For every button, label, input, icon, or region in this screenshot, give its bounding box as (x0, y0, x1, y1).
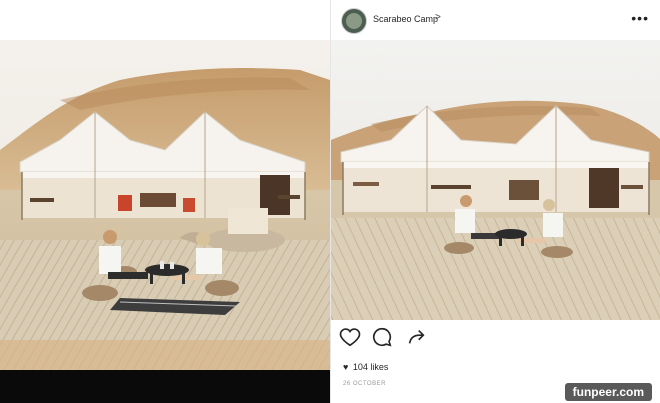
more-options-icon[interactable]: ••• (631, 10, 649, 26)
post-date: 26 OCTOBER (343, 381, 386, 387)
chevron-right-icon[interactable]: > (435, 12, 441, 23)
watermark: funpeer.com (564, 383, 652, 401)
left-bottom-bar (0, 370, 330, 403)
left-top-margin (0, 0, 330, 40)
post-actions (339, 326, 459, 350)
instagram-post-panel: Scarabeo Camp > ••• ♥ 104 likes 26 OCTOB… (330, 0, 660, 403)
comment-bubble-icon[interactable] (371, 326, 393, 348)
heart-outline-icon[interactable] (339, 326, 361, 348)
likes-label: 104 likes (352, 362, 389, 372)
desert-camp-photo-right (331, 40, 660, 320)
share-arrow-icon[interactable] (405, 326, 427, 348)
avatar[interactable] (341, 8, 367, 34)
heart-filled-icon: ♥ (343, 362, 349, 372)
likes-count[interactable]: ♥ 104 likes (343, 362, 388, 372)
account-name[interactable]: Scarabeo Camp (373, 14, 438, 24)
left-photo (0, 40, 330, 370)
post-photo (331, 40, 660, 320)
desert-camp-photo-left (0, 40, 330, 370)
post-header: Scarabeo Camp > ••• (331, 0, 660, 40)
left-photo-panel (0, 0, 330, 403)
